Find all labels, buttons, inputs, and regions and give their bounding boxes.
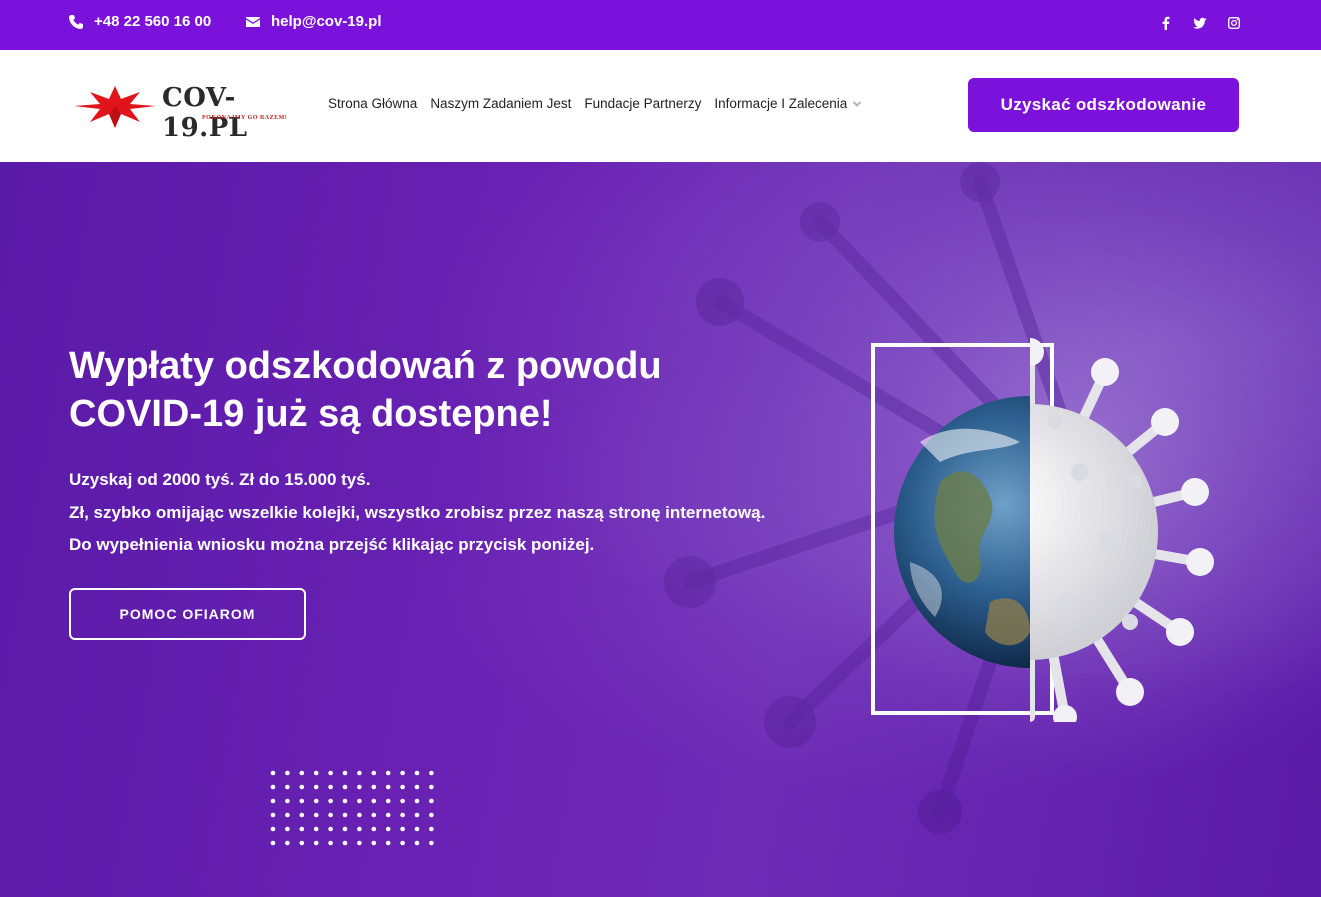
hero-title-line: Wypłaty odszkodowań z powodu <box>69 345 662 387</box>
hero-section: Wypłaty odszkodowań z powodu COVID-19 ju… <box>0 162 1321 897</box>
nav-item-home[interactable]: Strona Główna <box>328 96 417 111</box>
nav-item-label: Naszym Zadaniem Jest <box>430 96 572 111</box>
hero-text-line: Zł, szybko omijając wszelkie kolejki, ws… <box>69 502 766 522</box>
nav-item-label: Fundacje Partnerzy <box>584 96 702 111</box>
hero-title: Wypłaty odszkodowań z powodu COVID-19 ju… <box>69 342 769 438</box>
phone-contact[interactable]: +48 22 560 16 00 <box>68 13 211 30</box>
chevron-down-icon <box>853 100 862 107</box>
logo-tagline: POKONAJMY GO RAZEM! <box>202 115 288 121</box>
facebook-icon[interactable] <box>1159 16 1173 30</box>
site-header: COV-19.PL POKONAJMY GO RAZEM! Strona Głó… <box>0 50 1321 162</box>
envelope-icon <box>246 16 260 27</box>
hero-description: Uzyskaj od 2000 tyś. Zł do 15.000 tyś. Z… <box>69 464 829 562</box>
nav-item-info[interactable]: Informacje I Zalecenia <box>714 96 862 111</box>
twitter-icon[interactable] <box>1193 16 1207 30</box>
help-victims-button[interactable]: POMOC OFIAROM <box>69 588 306 640</box>
main-nav: Strona Główna Naszym Zadaniem Jest Funda… <box>328 96 862 111</box>
red-cross-logo-icon <box>74 86 156 128</box>
dot-grid-decoration <box>270 770 434 846</box>
top-bar: +48 22 560 16 00 help@cov-19.pl <box>0 0 1321 50</box>
hero-text-line: Do wypełnienia wniosku można przejść kli… <box>69 535 595 554</box>
hero-title-line: COVID-19 już są dostepne! <box>69 393 553 435</box>
nav-item-label: Informacje I Zalecenia <box>714 96 848 111</box>
nav-item-partners[interactable]: Fundacje Partnerzy <box>584 96 701 111</box>
nav-item-mission[interactable]: Naszym Zadaniem Jest <box>430 96 571 111</box>
phone-icon <box>69 14 83 29</box>
phone-number: +48 22 560 16 00 <box>94 13 212 30</box>
social-links <box>1159 16 1241 30</box>
instagram-icon[interactable] <box>1227 16 1241 30</box>
hero-text-line: Uzyskaj od 2000 tyś. Zł do 15.000 tyś. <box>69 470 371 489</box>
email-address: help@cov-19.pl <box>271 13 382 30</box>
email-contact[interactable]: help@cov-19.pl <box>245 13 382 30</box>
nav-item-label: Strona Główna <box>328 96 418 111</box>
earth-virus-illustration <box>894 338 1214 722</box>
get-compensation-button[interactable]: Uzyskać odszkodowanie <box>968 78 1239 132</box>
site-logo[interactable]: COV-19.PL POKONAJMY GO RAZEM! <box>72 82 312 143</box>
logo-wordmark: COV-19.PL <box>162 83 248 143</box>
